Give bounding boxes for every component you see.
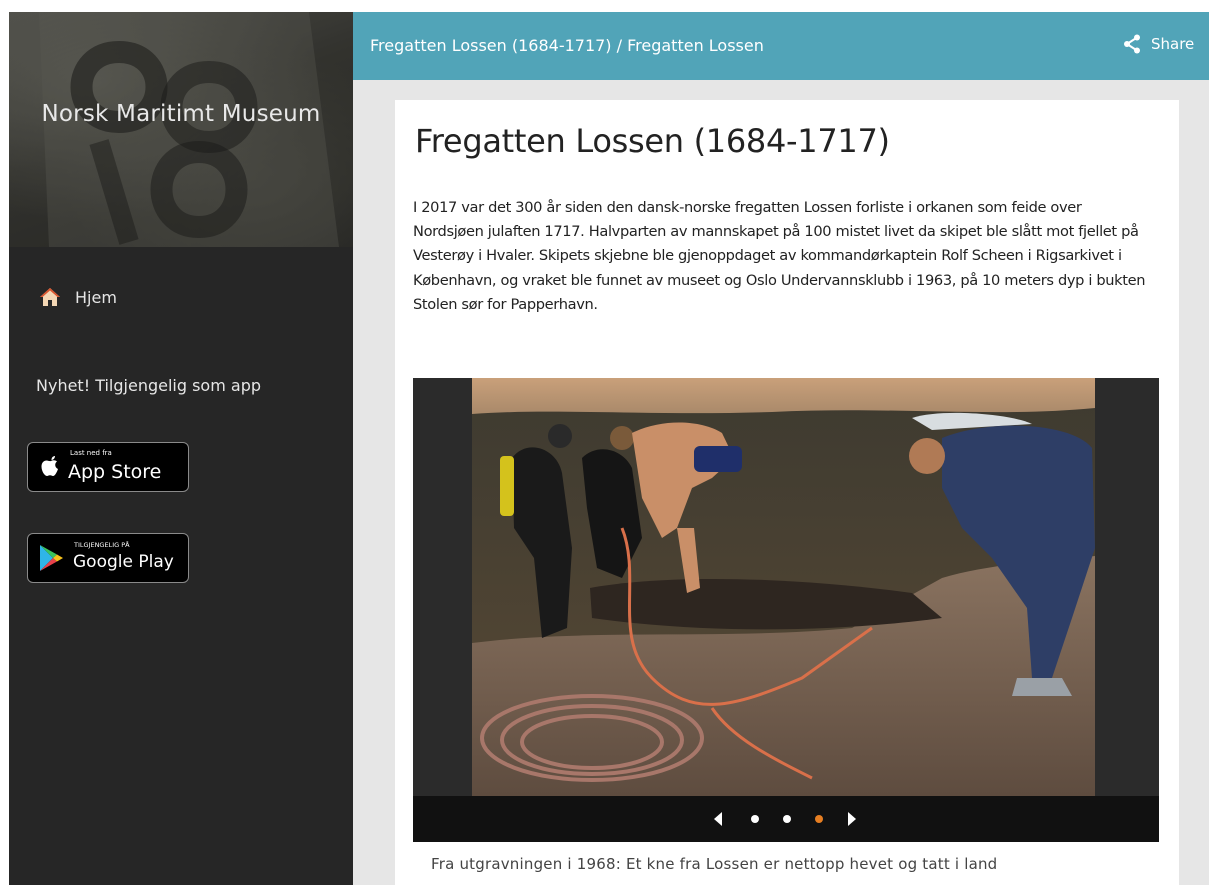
article-card: Fregatten Lossen (1684-1717) I 2017 var … xyxy=(395,100,1179,885)
sidebar-item-label: Hjem xyxy=(75,287,117,307)
share-label: Share xyxy=(1151,35,1195,53)
main-content: Fregatten Lossen (1684-1717) I 2017 var … xyxy=(353,80,1209,885)
carousel-next-icon[interactable] xyxy=(848,812,856,826)
sidebar-item-home[interactable]: Hjem xyxy=(39,287,117,307)
carousel-photo xyxy=(472,378,1095,796)
hero-background-image xyxy=(9,12,353,247)
carousel-caption: Fra utgravningen i 1968: Et kne fra Loss… xyxy=(431,855,998,873)
image-carousel[interactable] xyxy=(413,378,1159,842)
google-play-small-text: TILGJENGELIG PÅ xyxy=(74,541,130,549)
app-store-label: App Store xyxy=(68,461,162,483)
breadcrumb[interactable]: Fregatten Lossen (1684-1717) / Fregatten… xyxy=(370,36,764,55)
carousel-dot-1[interactable] xyxy=(751,815,759,823)
app-store-small-text: Last ned fra xyxy=(70,449,112,457)
carousel-controls xyxy=(413,796,1159,842)
google-play-badge[interactable]: TILGJENGELIG PÅ Google Play xyxy=(27,533,189,583)
site-title[interactable]: Norsk Maritimt Museum xyxy=(9,101,353,127)
page-title: Fregatten Lossen (1684-1717) xyxy=(415,122,890,160)
carousel-dot-3[interactable] xyxy=(815,815,823,823)
carousel-prev-icon[interactable] xyxy=(714,812,722,826)
share-icon xyxy=(1124,34,1140,54)
share-button[interactable]: Share xyxy=(1123,34,1194,54)
home-icon xyxy=(40,288,60,306)
google-play-label: Google Play xyxy=(73,552,174,572)
apple-icon xyxy=(41,456,58,476)
app-news-text: Nyhet! Tilgjengelig som app xyxy=(36,376,261,395)
header-bar: Fregatten Lossen (1684-1717) / Fregatten… xyxy=(353,12,1209,80)
sidebar-hero-image: Norsk Maritimt Museum xyxy=(9,12,353,247)
app-store-badge[interactable]: Last ned fra App Store xyxy=(27,442,189,492)
sidebar: Norsk Maritimt Museum Hjem Nyhet! Tilgje… xyxy=(9,12,353,885)
google-play-icon xyxy=(40,545,63,571)
carousel-dot-2[interactable] xyxy=(783,815,791,823)
article-intro: I 2017 var det 300 år siden den dansk-no… xyxy=(413,199,1146,313)
